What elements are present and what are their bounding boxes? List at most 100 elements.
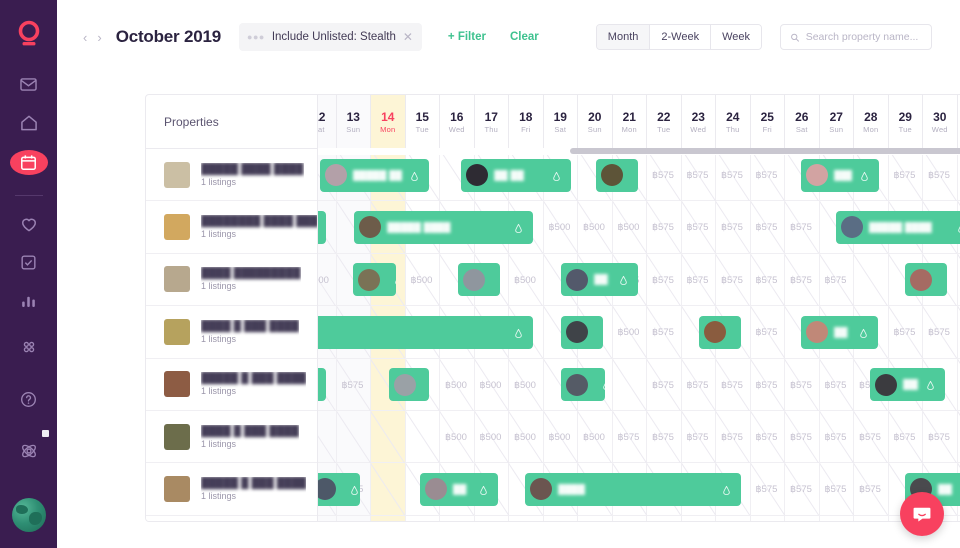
avatar[interactable] [11,498,46,532]
nightly-rate[interactable]: ฿575 [825,380,847,391]
nightly-rate[interactable]: ฿575 [652,275,674,286]
property-row[interactable]: ████ █ ███ ████ 1 listings [146,411,317,464]
nightly-rate[interactable]: ฿575 [859,484,881,495]
day-header-26[interactable]: 26 Sat [785,95,820,148]
booking-bar[interactable]: ████ [870,368,945,402]
booking-bar[interactable]: ██ [561,263,638,297]
nightly-rate[interactable]: ฿575 [790,275,812,286]
nightly-rate[interactable]: ฿575 [756,275,778,286]
calendar-grid-viewport[interactable]: ฿575 ฿575 ฿575 ฿575 ฿575 ฿575 ฿575 ฿500 ฿500 ฿500… [318,149,960,521]
day-header-16[interactable]: 16 Wed [440,95,475,148]
day-header-15[interactable]: 15 Tue [406,95,440,148]
nightly-rate[interactable]: ฿500 [411,275,433,286]
sidebar-item-tasks[interactable] [10,250,48,275]
nightly-rate[interactable]: ฿575 [825,484,847,495]
property-row[interactable]: ████ █ ███ ████ 1 listings [146,306,317,359]
nightly-rate[interactable]: ฿575 [756,170,778,181]
booking-bar[interactable] [318,210,326,244]
nightly-rate[interactable]: ฿575 [756,327,778,338]
nightly-rate[interactable]: ฿500 [514,275,536,286]
booking-bar[interactable] [352,263,397,297]
filter-chip-include-unlisted[interactable]: ●●● Include Unlisted: Stealth ✕ [239,23,422,51]
close-icon[interactable]: ✕ [403,31,413,43]
nightly-rate[interactable]: ฿500 [318,275,329,286]
intercom-chat-button[interactable] [900,492,944,536]
nightly-rate[interactable]: ฿575 [687,222,709,233]
booking-bar[interactable] [904,263,947,297]
nightly-rate[interactable]: ฿575 [721,222,743,233]
nightly-rate[interactable]: ฿575 [928,170,950,181]
booking-bar[interactable]: ██ [419,472,499,506]
booking-bar[interactable] [561,368,606,402]
nightly-rate[interactable]: ฿575 [652,222,674,233]
day-header-17[interactable]: 17 Thu [475,95,509,148]
property-row[interactable]: █████ █ ███ ████ 1 listings [146,359,317,411]
nightly-rate[interactable]: ฿575 [652,327,674,338]
nightly-rate[interactable]: ฿575 [790,484,812,495]
day-header-12[interactable]: 12Sat [318,95,337,148]
booking-bar[interactable] [388,368,430,402]
nightly-rate[interactable]: ฿500 [480,380,502,391]
nightly-rate[interactable]: ฿575 [928,432,950,443]
nightly-rate[interactable]: ฿575 [721,170,743,181]
clear-filters-button[interactable]: Clear [510,31,539,43]
property-row[interactable]: ████████ ████ ███ 1 listings [146,201,317,254]
next-month-button[interactable]: › [97,31,101,44]
nightly-rate[interactable]: ฿575 [928,327,950,338]
prev-month-button[interactable]: ‹ [83,31,87,44]
day-header-27[interactable]: 27 Sun [820,95,854,148]
view-mode-week[interactable]: Week [711,25,761,49]
nightly-rate[interactable]: ฿500 [583,432,605,443]
sidebar-item-apps[interactable] [10,328,48,366]
view-mode-2week[interactable]: 2-Week [650,25,712,49]
nightly-rate[interactable]: ฿575 [756,484,778,495]
nightly-rate[interactable]: ฿575 [894,170,916,181]
day-header-25[interactable]: 25 Fri [751,95,785,148]
day-header-18[interactable]: 18 Fri [509,95,544,148]
booking-bar[interactable]: ██ ██ [461,158,571,192]
nightly-rate[interactable]: ฿575 [721,380,743,391]
day-header-19[interactable]: 19 Sat [544,95,578,148]
day-header-14[interactable]: 14 Mon [371,95,406,148]
booking-bar[interactable] [699,315,742,349]
nightly-rate[interactable]: ฿575 [721,275,743,286]
horizontal-scrollbar[interactable] [570,148,960,154]
sidebar-item-insights[interactable] [10,289,48,314]
property-row[interactable]: ████ █████████ 1 listings [146,254,317,307]
sidebar-item-labs[interactable] [10,430,49,470]
nightly-rate[interactable]: ฿575 [756,222,778,233]
day-header-13[interactable]: 13 Sun [336,95,371,148]
booking-bar[interactable]: █████ ████ [835,210,960,244]
nightly-rate[interactable]: ฿575 [652,170,674,181]
add-filter-button[interactable]: + Filter [448,31,486,43]
booking-bar[interactable]: ████ [525,472,742,506]
nightly-rate[interactable]: ฿575 [687,432,709,443]
nightly-rate[interactable]: ฿575 [342,380,364,391]
sidebar-item-properties[interactable] [10,111,48,136]
nightly-rate[interactable]: ฿575 [894,327,916,338]
booking-bar[interactable] [561,315,604,349]
day-header-22[interactable]: 22 Tue [647,95,682,148]
day-header-23[interactable]: 23 Wed [682,95,716,148]
nightly-rate[interactable]: ฿575 [687,275,709,286]
nightly-rate[interactable]: ฿500 [514,432,536,443]
day-header-20[interactable]: 20 Sun [578,95,613,148]
nightly-rate[interactable]: ฿575 [790,380,812,391]
sidebar-item-wishlist[interactable] [10,211,48,236]
sidebar-item-calendar[interactable] [9,149,48,175]
search-input[interactable] [805,31,922,43]
day-header-30[interactable]: 30 Wed [923,95,958,148]
booking-bar[interactable]: ██ [801,315,878,349]
nightly-rate[interactable]: ฿575 [687,380,709,391]
nightly-rate[interactable]: ฿500 [583,222,605,233]
nightly-rate[interactable]: ฿575 [825,432,847,443]
booking-bar[interactable] [318,472,361,506]
day-header-28[interactable]: 28 Mon [854,95,889,148]
property-row[interactable]: █████ ████ ████ 1 listings [146,149,317,202]
nightly-rate[interactable]: ฿575 [894,432,916,443]
nightly-rate[interactable]: ฿575 [859,432,881,443]
nightly-rate[interactable]: ฿500 [549,432,571,443]
nightly-rate[interactable]: ฿500 [445,432,467,443]
booking-bar[interactable]: █████ ███ [319,158,430,192]
nightly-rate[interactable]: ฿575 [756,432,778,443]
